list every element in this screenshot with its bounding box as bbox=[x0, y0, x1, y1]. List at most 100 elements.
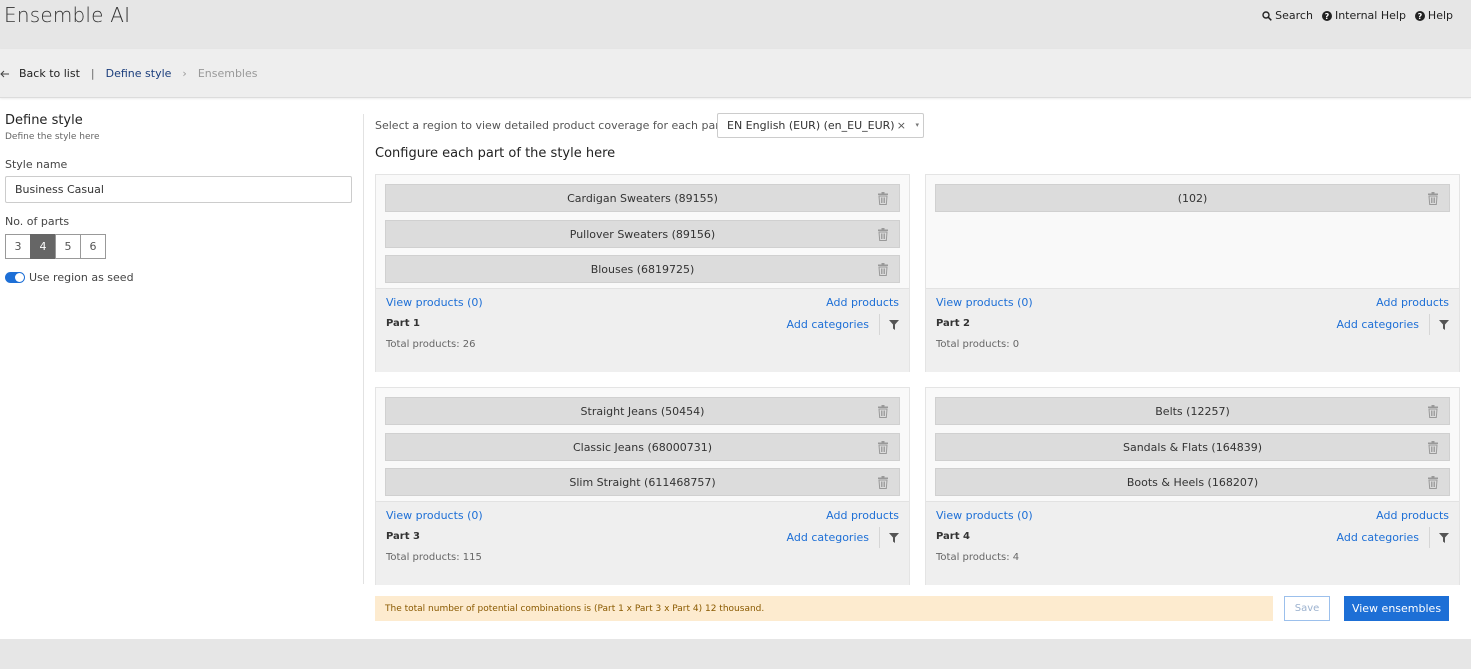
part-label: Part 4 bbox=[936, 531, 970, 542]
filter-icon[interactable] bbox=[889, 320, 899, 330]
category-chip-label: Slim Straight (611468757) bbox=[569, 475, 716, 489]
back-to-list-link[interactable]: Back to list bbox=[0, 67, 80, 80]
combinations-notice: The total number of potential combinatio… bbox=[375, 596, 1273, 621]
parts-count-selector: 3 4 5 6 bbox=[5, 234, 106, 259]
breadcrumb-define-style[interactable]: Define style bbox=[106, 67, 172, 80]
view-products-link[interactable]: View products (0) bbox=[936, 296, 1033, 309]
save-button[interactable]: Save bbox=[1284, 596, 1330, 621]
view-products-link[interactable]: View products (0) bbox=[936, 509, 1033, 522]
trash-icon[interactable] bbox=[1427, 405, 1439, 418]
add-products-link[interactable]: Add products bbox=[826, 509, 899, 522]
category-chip-label: Blouses (6819725) bbox=[590, 262, 695, 276]
internal-help-link[interactable]: ? Internal Help bbox=[1321, 9, 1406, 22]
region-seed-toggle-label: Use region as seed bbox=[29, 271, 134, 284]
category-chip: Blouses (6819725) bbox=[385, 255, 900, 283]
total-products: Total products: 115 bbox=[386, 552, 482, 563]
category-chip-label: Straight Jeans (50454) bbox=[580, 404, 705, 418]
add-products-link[interactable]: Add products bbox=[1376, 509, 1449, 522]
define-style-panel: Define style Define the style here Style… bbox=[5, 113, 352, 284]
add-categories-link[interactable]: Add categories bbox=[1337, 318, 1419, 331]
bottom-bar bbox=[0, 639, 1471, 669]
search-icon bbox=[1262, 10, 1272, 21]
trash-icon[interactable] bbox=[1427, 441, 1439, 454]
parts-option-5[interactable]: 5 bbox=[55, 234, 81, 259]
category-chip: Belts (12257) bbox=[935, 397, 1450, 425]
filter-icon[interactable] bbox=[889, 533, 899, 543]
category-chip: Sandals & Flats (164839) bbox=[935, 433, 1450, 461]
category-chip: Pullover Sweaters (89156) bbox=[385, 220, 900, 248]
category-chip-label: Boots & Heels (168207) bbox=[1126, 475, 1259, 489]
footer-divider bbox=[1429, 314, 1430, 335]
part-card-1: Cardigan Sweaters (89155) Pullover Sweat… bbox=[375, 174, 910, 372]
view-products-link[interactable]: View products (0) bbox=[386, 509, 483, 522]
parts-option-4[interactable]: 4 bbox=[30, 234, 56, 259]
filter-icon[interactable] bbox=[1439, 533, 1449, 543]
total-products: Total products: 4 bbox=[936, 552, 1020, 563]
internal-help-link-label: Internal Help bbox=[1334, 9, 1406, 22]
app-title: Ensemble AI bbox=[4, 3, 131, 27]
question-circle-icon: ? bbox=[1414, 10, 1425, 21]
category-chip: Cardigan Sweaters (89155) bbox=[385, 184, 900, 212]
style-name-input[interactable] bbox=[5, 176, 352, 203]
chevron-down-icon[interactable]: ▾ bbox=[915, 121, 919, 129]
trash-icon[interactable] bbox=[877, 405, 889, 418]
add-products-link[interactable]: Add products bbox=[1376, 296, 1449, 309]
footer-divider bbox=[1429, 527, 1430, 548]
filter-icon[interactable] bbox=[1439, 320, 1449, 330]
breadcrumb-separator: | bbox=[90, 67, 95, 80]
add-products-link[interactable]: Add products bbox=[826, 296, 899, 309]
part-label: Part 3 bbox=[386, 531, 420, 542]
category-chip: Straight Jeans (50454) bbox=[385, 397, 900, 425]
parts-option-6[interactable]: 6 bbox=[80, 234, 106, 259]
category-chip-label: Belts (12257) bbox=[1155, 404, 1230, 418]
part-label: Part 2 bbox=[936, 318, 970, 329]
part-card-footer: View products (0) Add products Part 3 Ad… bbox=[376, 501, 909, 585]
region-seed-toggle-row: Use region as seed bbox=[5, 271, 134, 284]
category-chip: Classic Jeans (68000731) bbox=[385, 433, 900, 461]
back-to-list-label: Back to list bbox=[19, 67, 80, 80]
part-card-4: Belts (12257) Sandals & Flats (164839) B… bbox=[925, 387, 1460, 585]
help-link[interactable]: ? Help bbox=[1414, 9, 1453, 22]
view-ensembles-button[interactable]: View ensembles bbox=[1344, 596, 1449, 621]
trash-icon[interactable] bbox=[877, 263, 889, 276]
close-icon[interactable]: × bbox=[897, 119, 906, 132]
part-card-footer: View products (0) Add products Part 4 Ad… bbox=[926, 501, 1459, 585]
add-categories-link[interactable]: Add categories bbox=[1337, 531, 1419, 544]
part-card-3: Straight Jeans (50454) Classic Jeans (68… bbox=[375, 387, 910, 585]
trash-icon[interactable] bbox=[877, 476, 889, 489]
view-products-link[interactable]: View products (0) bbox=[386, 296, 483, 309]
parts-option-3[interactable]: 3 bbox=[5, 234, 31, 259]
category-chip-label: Cardigan Sweaters (89155) bbox=[567, 191, 718, 205]
add-categories-link[interactable]: Add categories bbox=[787, 531, 869, 544]
trash-icon[interactable] bbox=[1427, 192, 1439, 205]
region-label: Select a region to view detailed product… bbox=[375, 119, 725, 132]
total-products: Total products: 0 bbox=[936, 339, 1020, 350]
arrow-left-icon bbox=[0, 70, 9, 77]
help-link-label: Help bbox=[1427, 9, 1453, 22]
part-card-2: (102) View products (0) Add products Par… bbox=[925, 174, 1460, 372]
trash-icon[interactable] bbox=[1427, 476, 1439, 489]
region-seed-toggle[interactable] bbox=[5, 272, 25, 283]
category-chip-label: Classic Jeans (68000731) bbox=[572, 440, 713, 454]
part-card-footer: View products (0) Add products Part 1 Ad… bbox=[376, 288, 909, 372]
define-style-subtitle: Define the style here bbox=[5, 132, 100, 142]
configure-parts-title: Configure each part of the style here bbox=[375, 146, 616, 161]
trash-icon[interactable] bbox=[877, 441, 889, 454]
region-select[interactable]: EN English (EUR) (en_EU_EUR) × ▾ bbox=[717, 113, 924, 138]
category-chip: Slim Straight (611468757) bbox=[385, 468, 900, 496]
question-circle-icon: ? bbox=[1321, 10, 1332, 21]
part-label: Part 1 bbox=[386, 318, 420, 329]
category-chip: (102) bbox=[935, 184, 1450, 212]
footer-divider bbox=[879, 314, 880, 335]
top-links: Search ? Internal Help ? Help bbox=[1262, 9, 1453, 22]
parts-count-label: No. of parts bbox=[5, 215, 70, 228]
add-categories-link[interactable]: Add categories bbox=[787, 318, 869, 331]
category-chip-label: Pullover Sweaters (89156) bbox=[569, 227, 716, 241]
search-link-label: Search bbox=[1275, 9, 1313, 22]
region-select-value: EN English (EUR) (en_EU_EUR) bbox=[727, 119, 895, 132]
category-chip-label: (102) bbox=[1177, 191, 1208, 205]
search-link[interactable]: Search bbox=[1262, 9, 1313, 22]
chevron-right-icon: › bbox=[182, 67, 187, 80]
trash-icon[interactable] bbox=[877, 228, 889, 241]
trash-icon[interactable] bbox=[877, 192, 889, 205]
